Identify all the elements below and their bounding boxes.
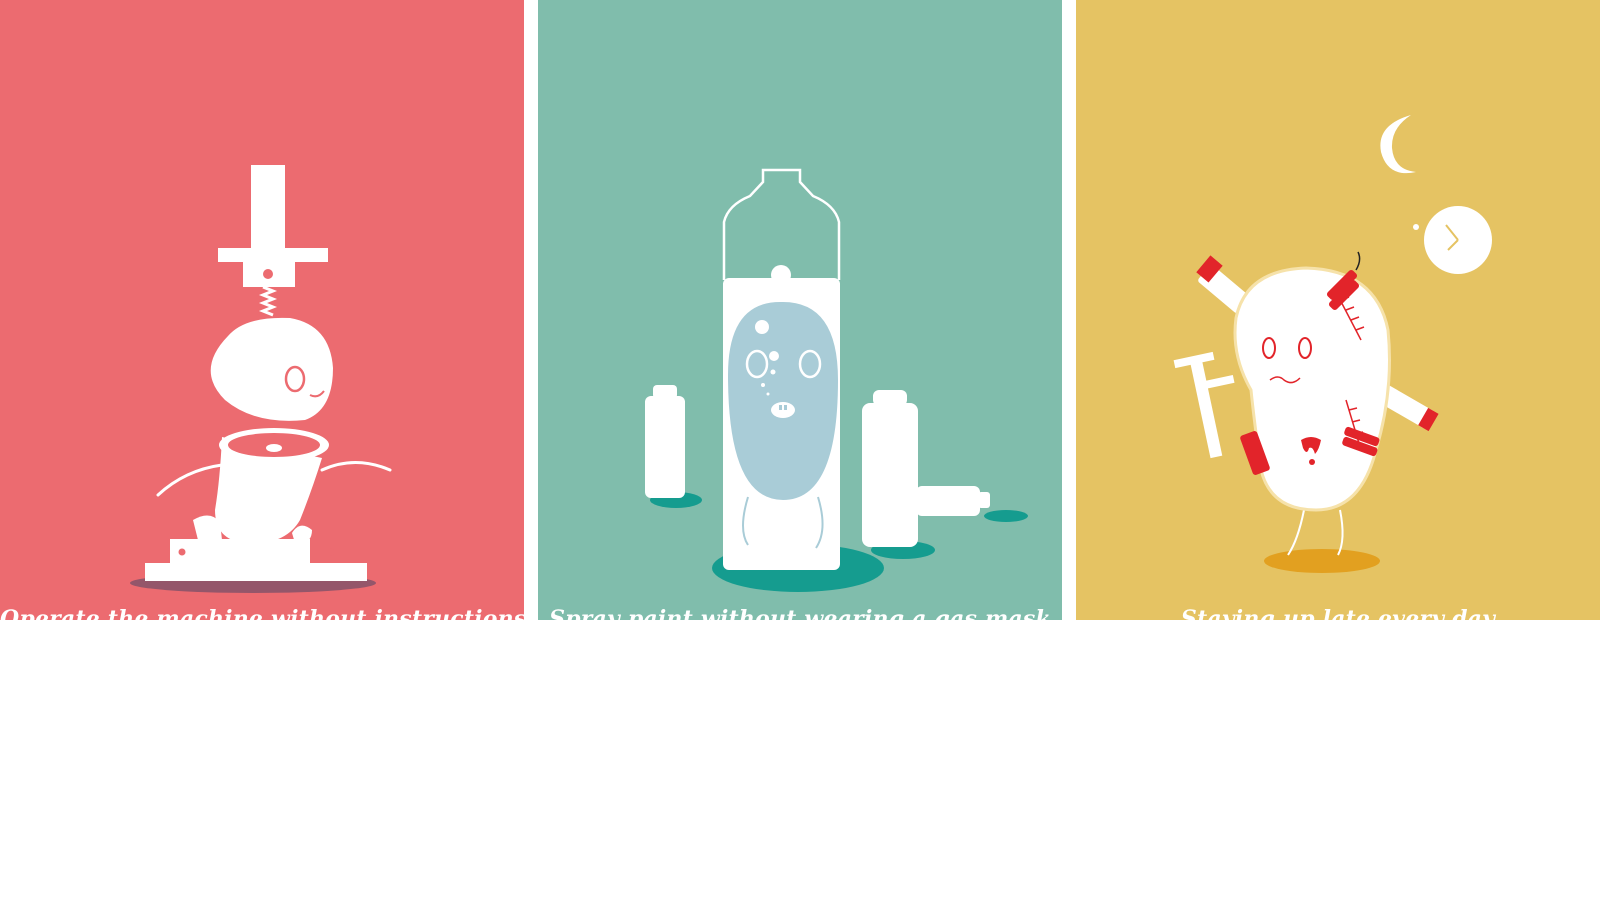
can-shadow: [984, 510, 1028, 522]
bubble: [761, 383, 765, 387]
blood-drop: [1309, 459, 1315, 465]
press-bolt: [263, 269, 273, 279]
character-tooth: [779, 405, 782, 410]
lying-spray-can: [916, 486, 980, 516]
can-nozzle-ball: [771, 265, 791, 285]
floor-shadow: [1264, 549, 1380, 573]
panel-subtitle: It's not only bursting your liver but al…: [1173, 651, 1503, 665]
poster-panel-spray: Spray paint without wearing a gas mask u…: [538, 0, 1062, 900]
bubble: [766, 392, 770, 396]
panel-title: Spray paint without wearing a gas mask: [549, 606, 1051, 632]
base-bolt: [327, 548, 335, 556]
spray-can-illustration: [538, 0, 1062, 620]
small-spray-can-cap: [873, 390, 907, 406]
lying-spray-can-cap: [978, 492, 990, 508]
dot: [1413, 224, 1419, 230]
base-bolt: [178, 548, 186, 556]
poster-panel-machine: Operate the machine without instructions…: [0, 0, 524, 900]
panel-subtitle: ust like bathing in the paint.: [707, 651, 893, 665]
character-mouth: [771, 402, 795, 418]
small-spray-can: [645, 396, 685, 498]
bubble: [769, 351, 779, 361]
press-machine-illustration: [0, 0, 524, 620]
character-tooth: [784, 405, 787, 410]
bubble: [770, 369, 776, 375]
machine-base-top: [170, 539, 310, 565]
body-slice-bone: [266, 444, 282, 452]
machine-base-bottom: [145, 563, 367, 581]
panel-title: Staying up late every day: [1180, 606, 1496, 632]
blue-character-head: [728, 301, 838, 500]
bubble: [755, 320, 769, 334]
press-shaft: [251, 165, 285, 250]
staying-up-illustration: [1076, 0, 1600, 620]
panel-title: Operate the machine without instructions: [0, 606, 524, 632]
press-crossbar: [218, 248, 328, 262]
poster-panel-late: Staying up late every day It's not only …: [1076, 0, 1600, 900]
panel-subtitle: Operate the machine without reading the …: [87, 651, 437, 665]
panel-footer: Ten stupid die in the studio: [664, 850, 936, 874]
panel-footer: Ten stupid die in the studio: [1202, 850, 1474, 874]
small-spray-can-cap: [653, 385, 677, 399]
small-spray-can: [862, 403, 918, 547]
panel-footer: Ten stupid die in the studio: [126, 850, 398, 874]
